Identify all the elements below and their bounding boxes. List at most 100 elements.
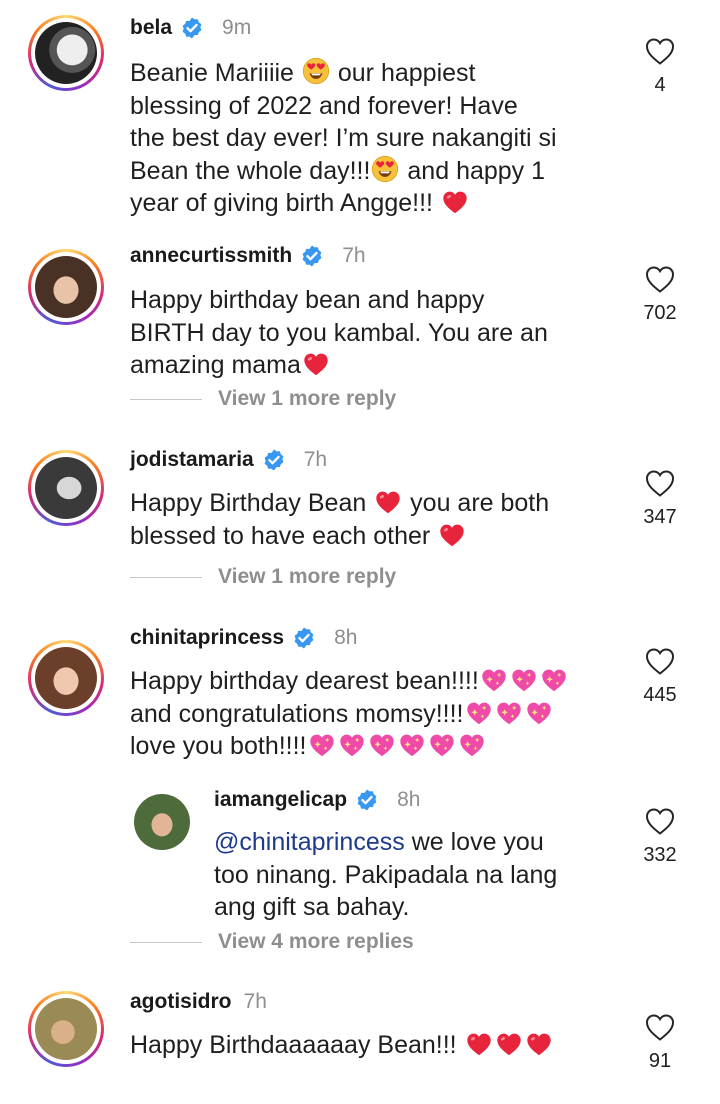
comment-time: 7h <box>342 244 366 267</box>
view-replies-button[interactable]: View 1 more reply <box>130 565 396 589</box>
comment-time: 7h <box>243 990 267 1013</box>
view-replies-label: View 1 more reply <box>218 565 397 588</box>
comment-text-line: BIRTH day to you kambal. You are an <box>130 318 548 347</box>
comment-text-line: Happy birthday dearest bean!!!! <box>130 667 479 695</box>
comment-text: Happy Birthday Bean you are both blessed… <box>130 487 549 552</box>
comment-text-line: Happy Birthdaaaaaay Bean!!! <box>130 1031 457 1059</box>
avatar[interactable] <box>28 15 104 91</box>
comment-text-line: the best day ever! I’m sure nakangiti si <box>130 124 557 152</box>
like-count: 445 <box>643 684 677 706</box>
sparkling-heart-emoji-icon <box>480 667 508 693</box>
comment-username[interactable]: bela <box>130 16 172 40</box>
sparkling-heart-emoji-icon <box>510 667 538 693</box>
sparkling-heart-emoji-icon <box>398 732 426 758</box>
comment-text-line: Beanie Mariiiie <box>130 59 294 87</box>
comment-text-line: Happy birthday bean and happy <box>130 286 485 314</box>
sparkling-heart-emoji-icon <box>540 667 568 693</box>
replies-divider <box>130 576 202 578</box>
like-button[interactable]: 445 <box>632 646 688 707</box>
comment-item: bela 9m Beanie Mariiiie our happiest ble… <box>0 0 720 230</box>
avatar[interactable] <box>134 794 190 850</box>
mention-link[interactable]: @chinitaprincess <box>214 828 405 856</box>
comment-username[interactable]: iamangelicap <box>214 788 347 812</box>
like-button[interactable]: 332 <box>632 806 688 867</box>
view-replies-button[interactable]: View 4 more replies <box>130 930 414 954</box>
comment-username[interactable]: agotisidro <box>130 990 232 1014</box>
verified-badge-icon <box>180 16 204 40</box>
heart-outline-icon <box>644 264 676 294</box>
verified-badge-icon <box>292 626 316 650</box>
comment-username[interactable]: jodistamaria <box>130 448 254 472</box>
like-count: 332 <box>643 844 677 866</box>
avatar[interactable] <box>28 249 104 325</box>
red-heart-emoji-icon <box>302 351 330 377</box>
like-count: 347 <box>643 506 677 528</box>
heart-eyes-emoji-icon <box>302 57 330 85</box>
comment-text: @chinitaprincess we love you too ninang.… <box>214 826 557 924</box>
comment-text: Happy birthday bean and happy BIRTH day … <box>130 284 548 382</box>
comment-item: chinitaprincess 8h Happy birthday deares… <box>0 620 720 780</box>
heart-outline-icon <box>644 806 676 836</box>
like-button[interactable]: 347 <box>632 468 688 529</box>
comment-text-line: blessing of 2022 and forever! Have <box>130 91 518 120</box>
comment-item: jodistamaria 7h Happy Birthday Bean you … <box>0 430 720 620</box>
sparkling-heart-emoji-icon <box>338 732 366 758</box>
replies-divider <box>130 941 202 943</box>
view-replies-button[interactable]: View 1 more reply <box>130 387 396 411</box>
like-button[interactable]: 702 <box>632 264 688 325</box>
red-heart-emoji-icon <box>374 489 402 515</box>
red-heart-emoji-icon <box>465 1031 493 1057</box>
heart-outline-icon <box>644 646 676 676</box>
like-count: 4 <box>654 74 666 96</box>
comment-username[interactable]: chinitaprincess <box>130 626 284 650</box>
red-heart-emoji-icon <box>441 189 469 215</box>
like-count: 702 <box>643 302 677 324</box>
comment-text: Happy Birthdaaaaaay Bean!!! <box>130 1029 554 1062</box>
heart-outline-icon <box>644 468 676 498</box>
sparkling-heart-emoji-icon <box>368 732 396 758</box>
replies-divider <box>130 398 202 400</box>
comment-item: agotisidro 7h Happy Birthdaaaaaay Bean!!… <box>0 980 720 1104</box>
comment-text-line: ang gift sa bahay. <box>214 893 410 921</box>
comment-text-line: blessed to have each other <box>130 521 431 550</box>
sparkling-heart-emoji-icon <box>525 700 553 726</box>
comment-time: 8h <box>334 626 358 649</box>
like-button[interactable]: 91 <box>632 1012 688 1073</box>
like-button[interactable]: 4 <box>632 36 688 97</box>
heart-outline-icon <box>644 36 676 66</box>
comment-time: 9m <box>222 16 252 39</box>
heart-eyes-emoji-icon <box>371 155 399 183</box>
comment-text-line: year of giving birth Angge!!! <box>130 189 433 217</box>
comment-time: 7h <box>303 448 328 471</box>
red-heart-emoji-icon <box>438 522 466 548</box>
verified-badge-icon <box>300 244 324 268</box>
sparkling-heart-emoji-icon <box>458 732 486 758</box>
comment-text: Happy birthday dearest bean!!!! and cong… <box>130 665 569 763</box>
comment-text-line: too ninang. Pakipadala na lang <box>214 860 558 889</box>
heart-outline-icon <box>644 1012 676 1042</box>
verified-badge-icon <box>262 448 286 472</box>
view-replies-label: View 1 more reply <box>218 387 397 410</box>
avatar[interactable] <box>28 991 104 1067</box>
comment-text-line: we love you <box>411 828 544 856</box>
sparkling-heart-emoji-icon <box>465 700 493 726</box>
avatar[interactable] <box>28 450 104 526</box>
verified-badge-icon <box>355 788 379 812</box>
like-count: 91 <box>648 1050 672 1072</box>
comment-text-line: our happiest <box>337 59 476 87</box>
reply-item: iamangelicap 8h @chinitaprincess we love… <box>0 780 720 980</box>
comment-text-line: and happy 1 <box>407 156 546 185</box>
avatar[interactable] <box>28 640 104 716</box>
sparkling-heart-emoji-icon <box>428 732 456 758</box>
view-replies-label: View 4 more replies <box>218 930 414 953</box>
sparkling-heart-emoji-icon <box>308 732 336 758</box>
comment-username[interactable]: annecurtissmith <box>130 244 292 268</box>
comment-text-line: and congratulations momsy!!!! <box>130 699 464 728</box>
comment-text-line: Bean the whole day!!! <box>130 156 371 185</box>
comment-text-line: you are both <box>410 489 550 517</box>
red-heart-emoji-icon <box>525 1031 553 1057</box>
comment-text-line: amazing mama <box>130 351 301 379</box>
sparkling-heart-emoji-icon <box>495 700 523 726</box>
comment-text-line: Happy Birthday Bean <box>130 489 367 517</box>
red-heart-emoji-icon <box>495 1031 523 1057</box>
